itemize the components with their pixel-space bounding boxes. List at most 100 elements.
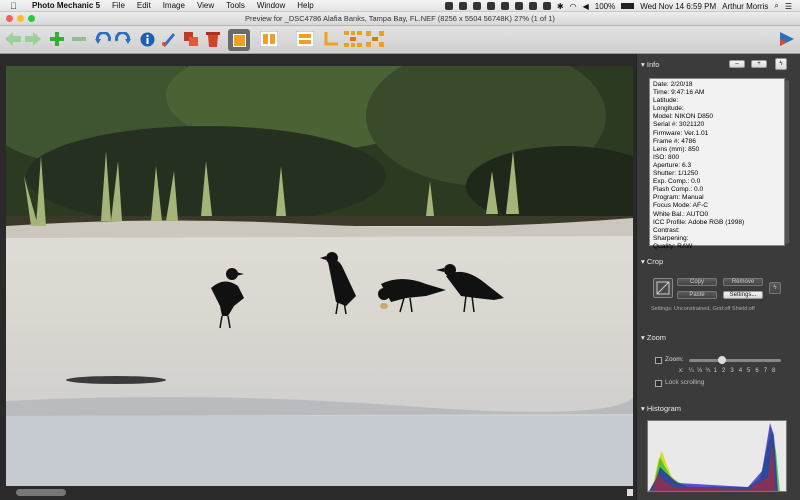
back-arrow-icon[interactable]	[4, 30, 22, 48]
rotate-left-icon[interactable]	[94, 30, 112, 48]
crop-section-header[interactable]: ▾ Crop	[641, 257, 663, 266]
info-line: ICC Profile: Adobe RGB (1998)	[653, 218, 745, 226]
menu-image[interactable]: Image	[163, 1, 185, 10]
info-collapse-button[interactable]: –	[729, 60, 745, 68]
image-scroll-handle[interactable]	[16, 489, 66, 496]
status-icon[interactable]	[458, 2, 467, 10]
menu-help[interactable]: Help	[297, 1, 313, 10]
trash-icon[interactable]	[204, 30, 222, 48]
crop-header-label: Crop	[646, 257, 664, 266]
notification-icon[interactable]: ☰	[785, 2, 792, 11]
menu-tools[interactable]: Tools	[226, 1, 245, 10]
status-icon[interactable]	[500, 2, 509, 10]
fit-tool-icon[interactable]	[366, 30, 384, 48]
info-header-label: Info	[646, 60, 660, 69]
edit-pen-icon[interactable]	[160, 30, 178, 48]
info-line: Quality: RAW	[653, 242, 693, 250]
lock-scrolling-checkbox[interactable]	[655, 380, 662, 387]
user-name[interactable]: Arthur Morris	[722, 2, 768, 11]
crop-copy-button[interactable]: Copy	[677, 278, 717, 286]
menu-bar:  Photo Mechanic 5 File Edit Image View …	[0, 0, 800, 12]
disclosure-triangle-icon[interactable]: ▾	[641, 60, 645, 69]
rotate-right-icon[interactable]	[114, 30, 132, 48]
status-icon[interactable]	[472, 2, 481, 10]
clock[interactable]: Wed Nov 14 6:59 PM	[640, 2, 716, 11]
histogram-section-header[interactable]: ▾ Histogram	[641, 404, 681, 413]
zoom-scale-labels: x: ¼ ⅓ ¾ 1 2 3 4 5 6 7 8	[679, 368, 776, 374]
info-scrollbar[interactable]	[785, 80, 789, 244]
add-icon[interactable]	[48, 30, 66, 48]
close-window-button[interactable]	[6, 15, 13, 22]
status-icon[interactable]	[486, 2, 495, 10]
remove-icon[interactable]	[70, 30, 88, 48]
menu-edit[interactable]: Edit	[137, 1, 151, 10]
single-view-icon	[232, 33, 246, 47]
zoom-slider[interactable]	[689, 356, 781, 364]
info-metadata-box: Date: 2/20/18 Time: 9:47:16 AM Latitude:…	[649, 78, 785, 250]
crop-tool-icon[interactable]	[322, 30, 340, 48]
resize-corner[interactable]	[627, 489, 633, 496]
info-action-button[interactable]: ϟ	[775, 58, 787, 70]
info-icon[interactable]	[138, 30, 156, 48]
info-line: Latitude:	[653, 97, 679, 105]
crop-remove-button[interactable]: Remove	[723, 278, 763, 286]
search-icon[interactable]: ⌕	[774, 1, 778, 11]
minus-icon: –	[735, 61, 739, 67]
info-line: Contrast:	[653, 226, 680, 234]
info-line: Program: Manual	[653, 194, 704, 202]
menu-view[interactable]: View	[197, 1, 214, 10]
crop-paste-button[interactable]: Paste	[677, 291, 717, 299]
bluetooth-icon[interactable]: ✱	[557, 2, 564, 11]
menu-file[interactable]: File	[112, 1, 125, 10]
lightning-icon: ϟ	[773, 285, 777, 291]
status-icon[interactable]	[444, 2, 453, 10]
copy-icon[interactable]	[182, 30, 200, 48]
single-view-button[interactable]	[228, 29, 250, 51]
lock-scrolling-label: Lock scrolling	[665, 379, 705, 386]
zoom-slider-knob[interactable]	[718, 356, 727, 364]
status-icon[interactable]	[514, 2, 523, 10]
menu-window[interactable]: Window	[257, 1, 285, 10]
info-line: Aperture: 6.3	[653, 161, 692, 169]
info-line: Shutter: 1/1250	[653, 170, 699, 178]
preview-image[interactable]	[6, 66, 633, 486]
status-icon[interactable]	[542, 2, 551, 10]
zoom-section-header[interactable]: ▾ Zoom	[641, 333, 666, 342]
two-up-view-icon[interactable]	[260, 30, 278, 48]
photo-canvas	[6, 66, 633, 486]
histogram-header-label: Histogram	[646, 404, 682, 413]
info-line: Lens (mm): 850	[653, 145, 700, 153]
crop-action-button[interactable]: ϟ	[769, 282, 781, 294]
zoom-window-button[interactable]	[28, 15, 35, 22]
zoom-checkbox[interactable]	[655, 357, 662, 364]
app-logo-icon[interactable]	[778, 30, 796, 48]
image-status-bar	[6, 486, 633, 500]
menu-app-name[interactable]: Photo Mechanic 5	[32, 1, 100, 10]
disclosure-triangle-icon[interactable]: ▾	[641, 333, 645, 342]
status-icon[interactable]	[528, 2, 537, 10]
info-line: Focus Mode: AF-C	[653, 202, 708, 210]
window-title-bar: Preview for _DSC4786 Alafia Banks, Tampa…	[0, 12, 800, 26]
forward-arrow-icon[interactable]	[24, 30, 42, 48]
battery-icon[interactable]	[621, 3, 635, 9]
disclosure-triangle-icon[interactable]: ▾	[641, 404, 645, 413]
disclosure-triangle-icon[interactable]: ▾	[641, 257, 645, 266]
info-line: Serial #: 3021120	[653, 121, 705, 129]
toolbar	[0, 26, 800, 54]
crop-tool-button[interactable]	[653, 278, 673, 298]
info-panel: ▾ Info – + ϟ Date: 2/20/18 Time: 9:47:16…	[636, 54, 800, 500]
info-line: Time: 9:47:16 AM	[653, 89, 705, 97]
apple-icon[interactable]: 	[10, 1, 20, 11]
info-expand-button[interactable]: +	[751, 60, 767, 68]
info-line: Model: NIKON D850	[653, 113, 714, 121]
info-line: Firmware: Ver.1.01	[653, 129, 709, 137]
volume-icon[interactable]: ◀	[583, 2, 589, 11]
info-line: Exp. Comp.: 0.0	[653, 178, 701, 186]
grid-tool-icon[interactable]	[344, 30, 362, 48]
wifi-icon[interactable]: ◠	[570, 2, 577, 11]
minimize-window-button[interactable]	[17, 15, 24, 22]
stacked-view-icon[interactable]	[296, 30, 314, 48]
zoom-label: Zoom:	[665, 356, 684, 363]
crop-settings-button[interactable]: Settings...	[723, 291, 763, 299]
info-section-header[interactable]: ▾ Info	[641, 60, 659, 69]
